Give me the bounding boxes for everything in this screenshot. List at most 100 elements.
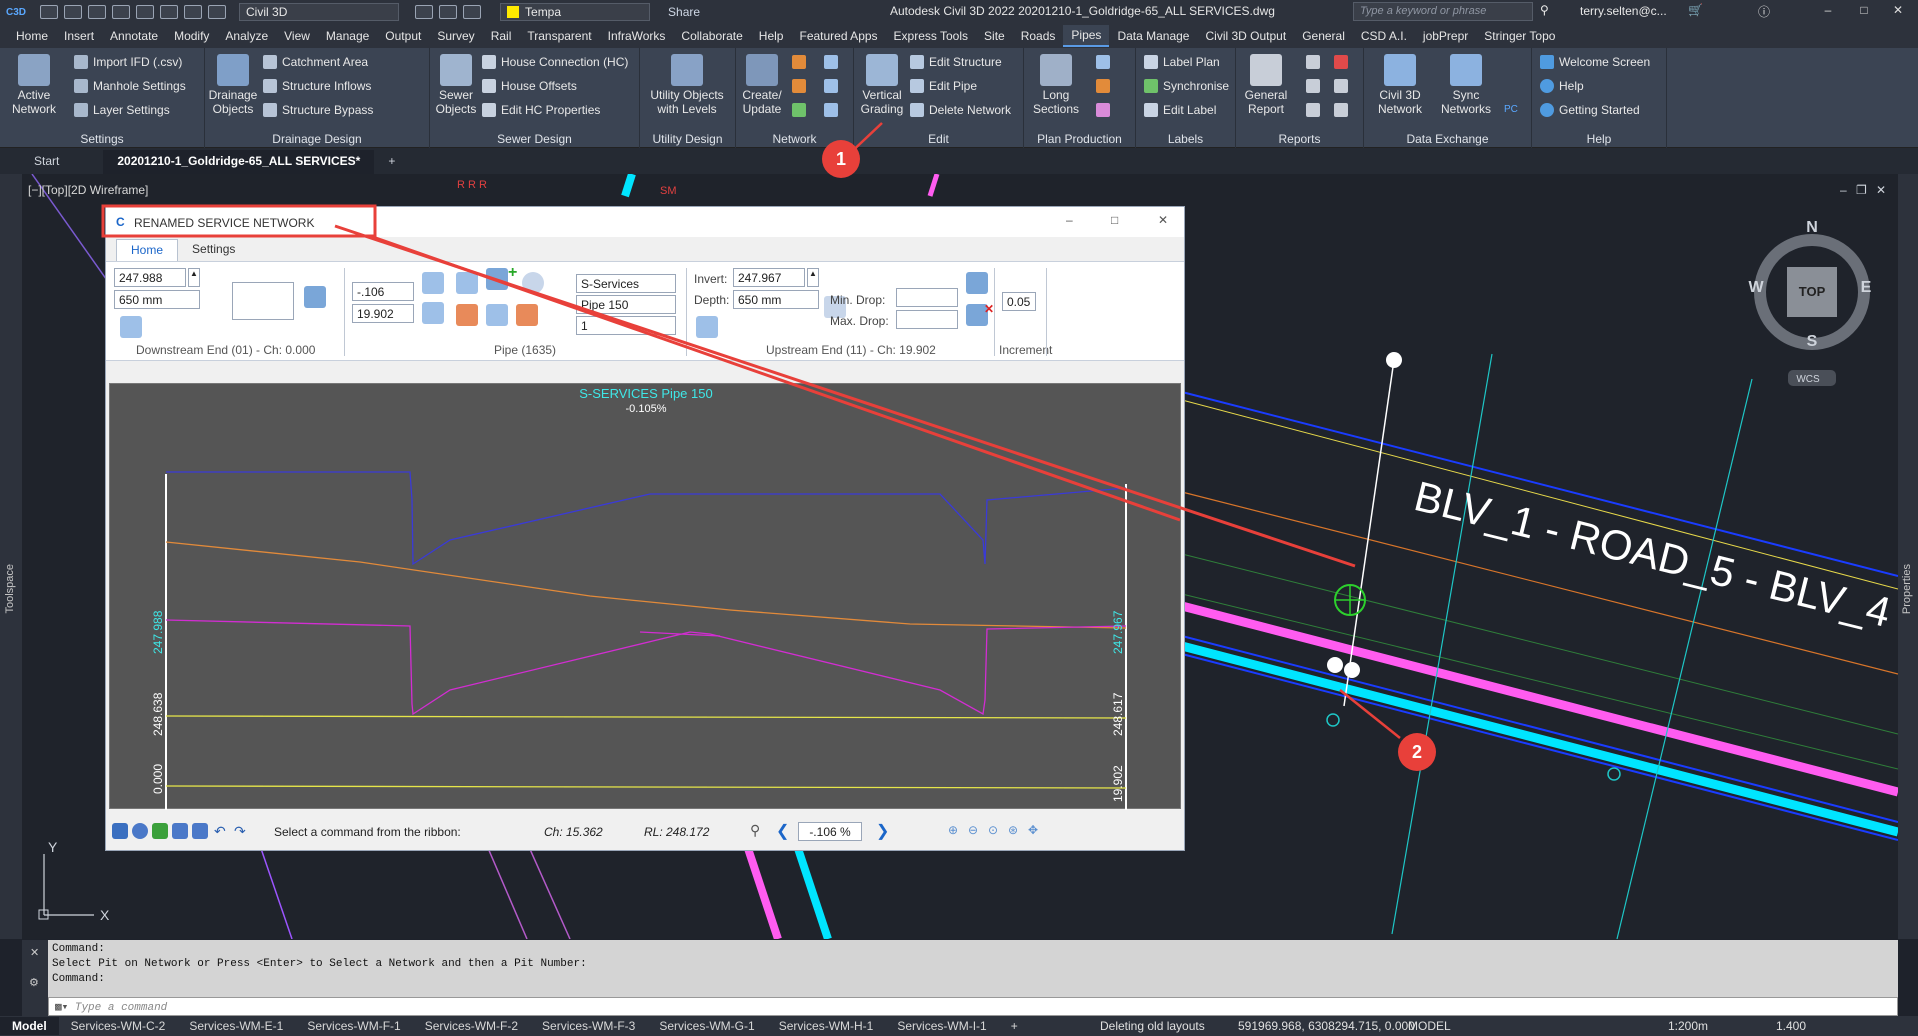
properties-label[interactable]: Properties: [1901, 564, 1913, 614]
ribbon-tab-general[interactable]: General: [1294, 26, 1353, 46]
downstream-invert-field[interactable]: 247.988: [114, 268, 186, 287]
layout-tab[interactable]: Services-WM-H-1: [767, 1017, 886, 1035]
redo-icon[interactable]: ↷: [234, 823, 246, 840]
pipe-view-icon[interactable]: [456, 272, 478, 294]
viewport-controls-label[interactable]: [−][Top][2D Wireframe]: [28, 183, 148, 197]
save-icon[interactable]: [112, 823, 128, 839]
ribbon-tab-view[interactable]: View: [276, 26, 318, 46]
maximize-button[interactable]: □: [1854, 3, 1874, 17]
ribbon-tab-jobprepr[interactable]: jobPrepr: [1415, 26, 1476, 46]
save-as-icon[interactable]: [112, 5, 131, 19]
upstream-pipe-icon[interactable]: [696, 316, 718, 338]
cancel-icon[interactable]: [132, 823, 148, 839]
properties-palette-strip[interactable]: Properties: [1898, 174, 1918, 939]
pipe-profile-view[interactable]: S-SERVICES Pipe 150 -0.105% 247.988 248.…: [109, 383, 1181, 810]
import-ifd-button[interactable]: Import IFD (.csv): [74, 52, 182, 72]
coordinates-readout[interactable]: 591969.968, 6308294.715, 0.000: [1238, 1019, 1415, 1033]
pipe-size-select[interactable]: Pipe 150: [576, 295, 676, 314]
user-account-menu[interactable]: terry.selten@c...: [1580, 4, 1667, 18]
view-cube-top-label[interactable]: TOP: [1799, 284, 1826, 299]
ribbon-tab-infraworks[interactable]: InfraWorks: [600, 26, 674, 46]
report-tool-c-icon[interactable]: [1306, 100, 1325, 120]
vertical-grading-button[interactable]: Vertical Grading: [856, 50, 908, 116]
add-layout-button[interactable]: +: [999, 1017, 1030, 1035]
zoom-extents-icon[interactable]: ⊛: [1008, 823, 1018, 837]
layer-settings-button[interactable]: Layer Settings: [74, 100, 170, 120]
upstream-depth-field[interactable]: 650 mm: [733, 290, 819, 309]
grade-prev-button[interactable]: ❮: [776, 821, 789, 841]
customize-command-icon[interactable]: ⚙: [29, 976, 39, 989]
delete-network-button[interactable]: Delete Network: [910, 100, 1011, 120]
layout-tab[interactable]: Services-WM-E-1: [177, 1017, 295, 1035]
share-button[interactable]: Share: [668, 5, 700, 19]
layout-tab[interactable]: Services-WM-F-1: [295, 1017, 412, 1035]
select-window-icon[interactable]: [172, 823, 188, 839]
utility-objects-button[interactable]: Utility Objects with Levels: [642, 50, 732, 116]
ribbon-tab-collaborate[interactable]: Collaborate: [673, 26, 750, 46]
layer-off-icon[interactable]: [463, 5, 482, 19]
synchronise-button[interactable]: Synchronise: [1144, 76, 1229, 96]
network-settings-icon[interactable]: [792, 76, 811, 96]
ribbon-tab-modify[interactable]: Modify: [166, 26, 217, 46]
ribbon-tab-rail[interactable]: Rail: [483, 26, 520, 46]
network-tool-icon[interactable]: [792, 52, 811, 72]
manhole-settings-button[interactable]: Manhole Settings: [74, 76, 186, 96]
new-icon[interactable]: [40, 5, 59, 19]
ribbon-tab-stringer-topo[interactable]: Stringer Topo: [1476, 26, 1563, 46]
compass-west[interactable]: W: [1748, 279, 1764, 296]
upstream-invert-field[interactable]: 247.967: [733, 268, 805, 287]
viewport-minimize-icon[interactable]: –: [1840, 183, 1847, 197]
help-button[interactable]: Help: [1540, 76, 1584, 96]
tab-drawing[interactable]: 20201210-1_Goldridge-65_ALL SERVICES*: [103, 150, 375, 174]
ribbon-tab-home[interactable]: Home: [8, 26, 56, 46]
toolspace-palette-strip[interactable]: Toolspace: [0, 174, 22, 939]
wcs-label[interactable]: WCS: [1796, 374, 1820, 385]
redo-icon[interactable]: [208, 5, 227, 19]
zoom-out-icon[interactable]: ⊖: [968, 823, 978, 837]
grade-value-field[interactable]: -.106 %: [798, 822, 862, 841]
create-update-button[interactable]: Create/ Update: [736, 50, 788, 116]
undo-icon[interactable]: [184, 5, 203, 19]
add-plus-icon[interactable]: +: [508, 264, 517, 282]
house-connection-button[interactable]: House Connection (HC): [482, 52, 628, 72]
ribbon-tab-analyze[interactable]: Analyze: [217, 26, 276, 46]
label-plan-button[interactable]: Label Plan: [1144, 52, 1220, 72]
ribbon-tab-transparent[interactable]: Transparent: [519, 26, 599, 46]
shift-right-icon[interactable]: [486, 304, 508, 326]
tab-start[interactable]: Start: [20, 150, 73, 174]
grip-point[interactable]: [1327, 657, 1343, 673]
layer-state-icon[interactable]: [439, 5, 458, 19]
close-command-icon[interactable]: ✕: [30, 946, 39, 959]
command-input[interactable]: ▩▾ Type a command: [48, 997, 1898, 1016]
dialog-minimize-button[interactable]: –: [1066, 213, 1073, 227]
layout-tab[interactable]: Model: [0, 1017, 59, 1035]
grade-next-button[interactable]: ❯: [876, 821, 889, 841]
annotation-scale[interactable]: 1:200m: [1668, 1019, 1708, 1033]
long-sections-button[interactable]: Long Sections: [1030, 50, 1082, 116]
ribbon-tab-site[interactable]: Site: [976, 26, 1013, 46]
command-prompt-icon[interactable]: ▩▾: [55, 1002, 68, 1014]
downstream-edit-icon[interactable]: [304, 286, 326, 308]
house-offsets-button[interactable]: House Offsets: [482, 76, 577, 96]
plot-icon[interactable]: [160, 5, 179, 19]
command-line-handle[interactable]: ✕ ⚙: [22, 940, 48, 1016]
edit-label-button[interactable]: Edit Label: [1144, 100, 1216, 120]
active-network-button[interactable]: Active Network: [8, 50, 60, 116]
ribbon-tab-help[interactable]: Help: [751, 26, 792, 46]
dialog-title-bar[interactable]: C RENAMED SERVICE NETWORK – □ ✕: [106, 207, 1184, 237]
status-message[interactable]: Deleting old layouts: [1100, 1019, 1205, 1033]
ribbon-tab-roads[interactable]: Roads: [1013, 26, 1064, 46]
civil3d-network-button[interactable]: Civil 3D Network: [1374, 50, 1426, 116]
welcome-screen-button[interactable]: Welcome Screen: [1540, 52, 1650, 72]
viewport-restore-icon[interactable]: ❐: [1856, 183, 1867, 197]
ribbon-tab-csd-a-i-[interactable]: CSD A.I.: [1353, 26, 1415, 46]
panel-title-settings[interactable]: Settings: [0, 132, 204, 146]
close-button[interactable]: ✕: [1888, 3, 1908, 17]
network-edit-icon[interactable]: [824, 76, 843, 96]
max-drop-field[interactable]: [896, 310, 958, 329]
layer-dropdown[interactable]: Tempa: [500, 3, 651, 21]
search-icon[interactable]: ⚲: [1540, 3, 1549, 17]
layout-tab[interactable]: Services-WM-C-2: [59, 1017, 178, 1035]
open-icon[interactable]: [64, 5, 83, 19]
network-refresh-icon[interactable]: [792, 100, 811, 120]
